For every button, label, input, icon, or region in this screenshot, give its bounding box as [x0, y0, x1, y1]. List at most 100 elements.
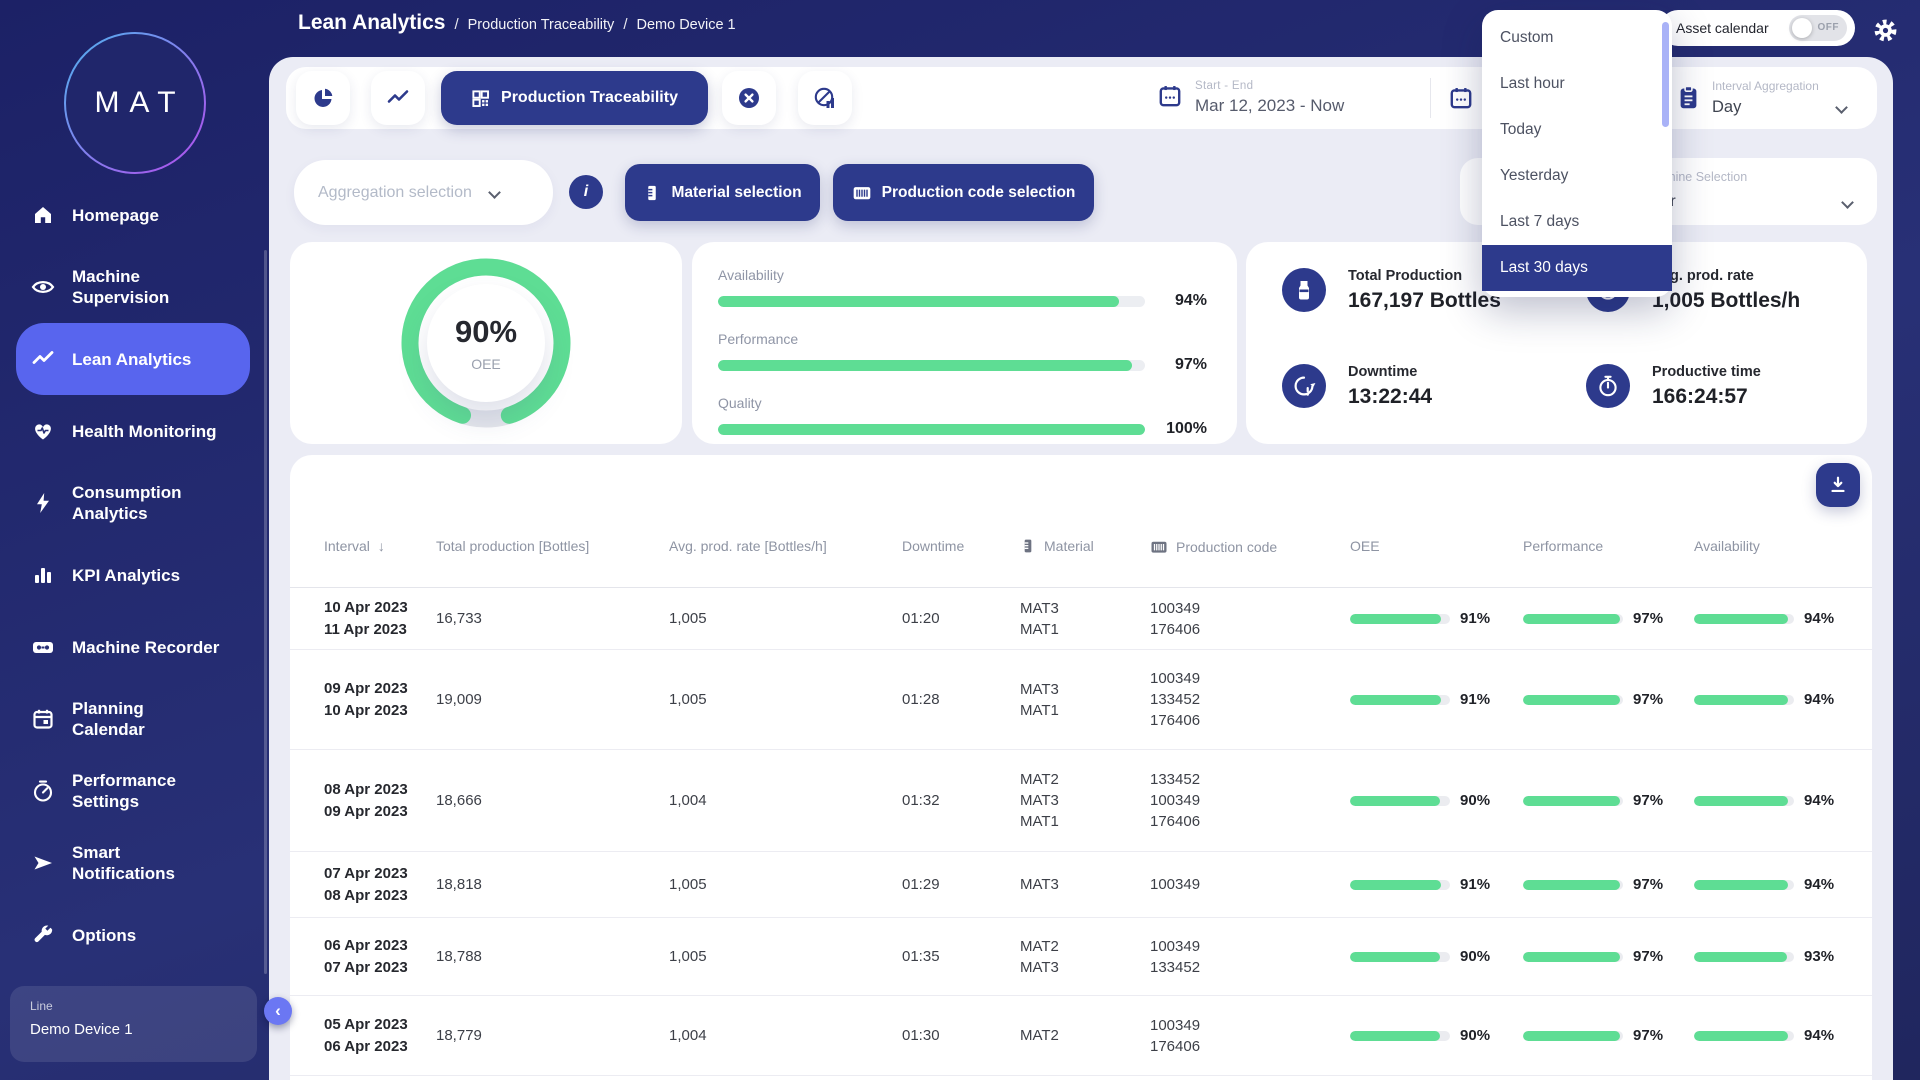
cell-oee: 90	[1350, 948, 1523, 965]
sort-descending-icon[interactable]: ↓	[378, 538, 385, 554]
metric-label: Availability	[718, 267, 1207, 283]
sidebar-item-smart-notifications[interactable]: Smart Notifications	[16, 827, 250, 899]
sidebar-collapse-button[interactable]: ‹	[264, 997, 292, 1025]
production-code-selection-label: Production code selection	[882, 184, 1076, 202]
cell-downtime: 01:20	[902, 610, 1020, 627]
sidebar-item-consumption-analytics[interactable]: Consumption Analytics	[16, 467, 250, 539]
column-oee: OEE	[1350, 538, 1523, 554]
cell-performance: 97	[1523, 1027, 1694, 1044]
sidebar-item-machine-recorder[interactable]: Machine Recorder	[16, 611, 250, 683]
pie-chart-icon	[311, 86, 335, 110]
trend-view-button[interactable]	[371, 71, 425, 125]
calendar-shortcut-button[interactable]	[1446, 83, 1476, 113]
interval-aggregation-label: Interval Aggregation	[1712, 79, 1819, 93]
menu-item-last-30-days[interactable]: Last 30 days	[1482, 245, 1672, 291]
metric-bar	[718, 296, 1145, 307]
sidebar-item-label: Smart Notifications	[72, 842, 212, 884]
cell-production-code: 100349133452	[1150, 936, 1350, 978]
chevron-down-icon	[1841, 196, 1854, 209]
toggle-knob	[1792, 18, 1812, 38]
chart-report-button[interactable]	[798, 71, 852, 125]
x-circle-icon	[737, 86, 761, 110]
menu-item-today[interactable]: Today	[1482, 107, 1672, 153]
sidebar-item-machine-supervision[interactable]: Machine Supervision	[16, 251, 250, 323]
downtime-icon	[1282, 364, 1326, 408]
production-code-selection-button[interactable]: Production code selection	[833, 164, 1094, 221]
sidebar-item-planning-calendar[interactable]: Planning Calendar	[16, 683, 250, 755]
breadcrumb-device[interactable]: Demo Device 1	[636, 17, 735, 33]
sidebar-item-homepage[interactable]: Homepage	[16, 179, 250, 251]
column-interval[interactable]: Interval↓	[324, 538, 436, 554]
sidebar-item-performance-settings[interactable]: Performance Settings	[16, 755, 250, 827]
kpi-downtime: Downtime 13:22:44	[1282, 364, 1432, 409]
production-traceability-label: Production Traceability	[501, 89, 678, 107]
calendar-icon	[1448, 85, 1474, 111]
breadcrumb-separator: /	[454, 16, 458, 33]
production-traceability-button[interactable]: Production Traceability	[441, 71, 708, 125]
oee-gauge-center: 90 OEE	[427, 284, 545, 402]
cell-production-code: 100349133452176406	[1150, 668, 1350, 731]
material-selection-button[interactable]: Material selection	[625, 164, 820, 221]
table-body: 10 Apr 202311 Apr 2023 16,733 1,005 01:2…	[290, 588, 1872, 1076]
material-cylinder-icon	[1020, 538, 1036, 554]
menu-item-custom[interactable]: Custom	[1482, 15, 1672, 61]
sidebar-item-label: Health Monitoring	[72, 421, 216, 442]
page-title: Lean Analytics	[298, 11, 445, 35]
bar-chart-icon	[30, 562, 56, 588]
cell-availability: 94	[1694, 610, 1860, 627]
table-row[interactable]: 06 Apr 202307 Apr 2023 18,788 1,005 01:3…	[290, 918, 1872, 996]
breadcrumb-section[interactable]: Production Traceability	[468, 17, 615, 33]
home-icon	[30, 202, 56, 228]
cell-production-code: 100349176406	[1150, 598, 1350, 640]
cell-avg-prod-rate: 1,004	[669, 792, 902, 809]
table-row[interactable]: 10 Apr 202311 Apr 2023 16,733 1,005 01:2…	[290, 588, 1872, 650]
sidebar-nav: Homepage Machine Supervision Lean Analyt…	[0, 179, 269, 971]
cell-avg-prod-rate: 1,005	[669, 948, 902, 965]
settings-gear-icon[interactable]	[1872, 17, 1899, 49]
column-production-code: Production code	[1150, 538, 1350, 556]
cell-oee: 91	[1350, 691, 1523, 708]
cell-interval: 09 Apr 202310 Apr 2023	[324, 678, 436, 722]
cell-downtime: 01:35	[902, 948, 1020, 965]
device-card-value: Demo Device 1	[30, 1021, 257, 1038]
kpi-value: 166:24:57	[1652, 385, 1761, 409]
metric-bar	[718, 360, 1145, 371]
download-button[interactable]	[1816, 463, 1860, 507]
menu-scrollbar[interactable]	[1662, 22, 1669, 127]
table-row[interactable]: 05 Apr 202306 Apr 2023 18,779 1,004 01:3…	[290, 996, 1872, 1076]
column-performance: Performance	[1523, 538, 1694, 554]
cell-performance: 97	[1523, 691, 1694, 708]
asset-calendar-toggle[interactable]: OFF	[1789, 15, 1847, 41]
cell-downtime: 01:32	[902, 792, 1020, 809]
cell-interval: 10 Apr 202311 Apr 2023	[324, 597, 436, 641]
kpi-value: 167,197 Bottles	[1348, 289, 1501, 313]
sidebar-scrollbar[interactable]	[264, 250, 267, 974]
table-row[interactable]: 07 Apr 202308 Apr 2023 18,818 1,005 01:2…	[290, 852, 1872, 918]
table-row[interactable]: 08 Apr 202309 Apr 2023 18,666 1,004 01:3…	[290, 750, 1872, 852]
sidebar-item-health-monitoring[interactable]: Health Monitoring	[16, 395, 250, 467]
device-card[interactable]: Line Demo Device 1	[10, 986, 257, 1062]
sidebar-item-lean-analytics[interactable]: Lean Analytics	[16, 323, 250, 395]
pie-chart-view-button[interactable]	[296, 71, 350, 125]
info-button[interactable]: i	[569, 175, 603, 209]
table-row[interactable]: 09 Apr 202310 Apr 2023 19,009 1,005 01:2…	[290, 650, 1872, 750]
barcode-icon	[1150, 538, 1168, 556]
clear-selection-button[interactable]	[722, 71, 776, 125]
menu-item-last-7-days[interactable]: Last 7 days	[1482, 199, 1672, 245]
menu-item-yesterday[interactable]: Yesterday	[1482, 153, 1672, 199]
date-range-picker[interactable]: Start - End Mar 12, 2023 - Now	[1157, 67, 1344, 129]
material-cylinder-icon	[643, 184, 661, 202]
sidebar-item-kpi-analytics[interactable]: KPI Analytics	[16, 539, 250, 611]
cell-performance: 97	[1523, 610, 1694, 627]
menu-item-last-hour[interactable]: Last hour	[1482, 61, 1672, 107]
cell-availability: 94	[1694, 792, 1860, 809]
sidebar-item-options[interactable]: Options	[16, 899, 250, 971]
cell-material: MAT2MAT3MAT1	[1020, 769, 1150, 832]
toggle-state: OFF	[1818, 22, 1840, 33]
chevron-down-icon[interactable]	[1835, 101, 1848, 114]
qr-code-icon	[471, 89, 490, 108]
interval-aggregation-select[interactable]: Day	[1712, 98, 1741, 117]
cell-interval: 05 Apr 202306 Apr 2023	[324, 1014, 436, 1058]
aggregation-selection-dropdown[interactable]: Aggregation selection	[294, 160, 553, 225]
cell-downtime: 01:29	[902, 876, 1020, 893]
